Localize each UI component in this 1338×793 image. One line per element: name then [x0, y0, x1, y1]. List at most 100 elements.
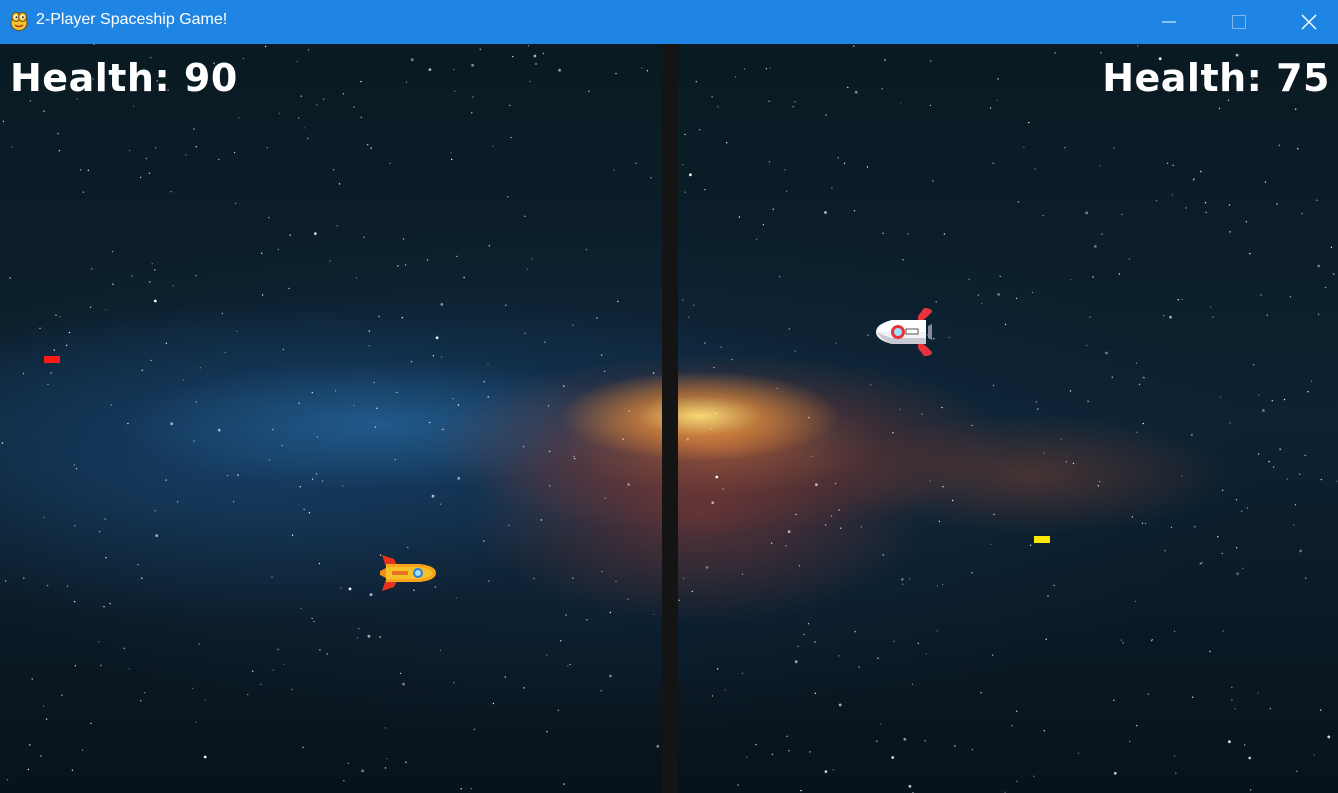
star — [1194, 526, 1196, 528]
star — [1199, 563, 1202, 565]
star — [334, 390, 337, 392]
star — [195, 401, 197, 403]
star — [347, 762, 350, 764]
star — [882, 554, 884, 556]
star — [741, 672, 744, 674]
star — [311, 391, 313, 394]
star — [693, 304, 695, 306]
star — [1246, 507, 1248, 509]
maximize-button[interactable] — [1216, 0, 1262, 44]
star — [682, 577, 685, 580]
star — [1181, 475, 1183, 477]
title-bar[interactable]: 2-Player Spaceship Game! — [0, 0, 1338, 44]
star — [549, 485, 551, 487]
star — [1177, 299, 1180, 301]
star — [601, 570, 603, 573]
star — [1257, 453, 1260, 455]
star — [232, 501, 235, 503]
star — [404, 264, 407, 266]
star — [400, 672, 402, 675]
star — [1129, 740, 1131, 743]
star — [394, 458, 396, 461]
star — [282, 348, 285, 351]
star — [1016, 780, 1018, 782]
star — [203, 755, 207, 759]
star — [336, 225, 338, 227]
star — [74, 665, 77, 667]
star — [1200, 170, 1202, 173]
star — [935, 301, 937, 303]
star — [343, 780, 345, 782]
star — [1204, 202, 1207, 204]
star — [1257, 692, 1259, 694]
star — [93, 44, 95, 45]
star — [105, 309, 107, 311]
star — [360, 116, 362, 119]
star — [1175, 772, 1177, 774]
red-spaceship — [876, 308, 932, 356]
star — [379, 636, 381, 638]
star — [193, 128, 195, 130]
star — [838, 703, 842, 707]
star — [195, 146, 197, 148]
star — [1304, 454, 1306, 457]
star — [738, 216, 741, 218]
close-button[interactable] — [1286, 0, 1332, 44]
star — [695, 80, 697, 83]
star — [368, 330, 370, 332]
star — [1249, 252, 1251, 255]
star — [1335, 480, 1338, 483]
star — [479, 48, 481, 50]
game-canvas[interactable]: Health: 90 Health: 75 — [0, 44, 1338, 793]
star — [1170, 526, 1173, 529]
star — [1320, 478, 1322, 481]
star — [1283, 398, 1286, 401]
star — [431, 494, 435, 498]
star — [1151, 639, 1154, 641]
star — [1260, 294, 1262, 296]
star — [1016, 710, 1018, 712]
star — [1299, 549, 1303, 553]
star — [948, 336, 950, 339]
star — [1301, 212, 1303, 215]
star — [1072, 462, 1075, 465]
star — [252, 670, 254, 672]
star — [682, 299, 684, 301]
star — [1135, 362, 1138, 364]
star — [353, 404, 355, 407]
star — [363, 236, 365, 238]
star — [457, 404, 460, 406]
star — [778, 276, 781, 278]
star — [195, 721, 197, 723]
star — [1015, 297, 1018, 300]
star — [1065, 461, 1068, 463]
star — [1155, 199, 1158, 202]
star — [165, 342, 168, 344]
star — [795, 513, 797, 516]
star — [741, 573, 744, 575]
star — [61, 694, 63, 696]
star — [1228, 204, 1231, 206]
star — [1293, 524, 1295, 526]
star — [402, 238, 405, 240]
star — [815, 483, 818, 487]
star — [529, 80, 531, 83]
star — [272, 428, 274, 431]
star — [322, 98, 325, 100]
star — [332, 169, 335, 171]
star — [971, 572, 973, 574]
star — [104, 518, 106, 520]
minimize-button[interactable] — [1146, 0, 1192, 44]
star — [510, 136, 512, 139]
star — [307, 49, 310, 51]
star — [238, 117, 240, 119]
star — [809, 751, 811, 753]
star — [1087, 400, 1089, 402]
star — [1122, 642, 1124, 644]
yellow-spaceship — [380, 555, 436, 591]
star — [533, 577, 535, 580]
star — [1297, 148, 1299, 150]
star — [600, 354, 603, 356]
star — [936, 585, 938, 587]
star — [155, 534, 159, 537]
